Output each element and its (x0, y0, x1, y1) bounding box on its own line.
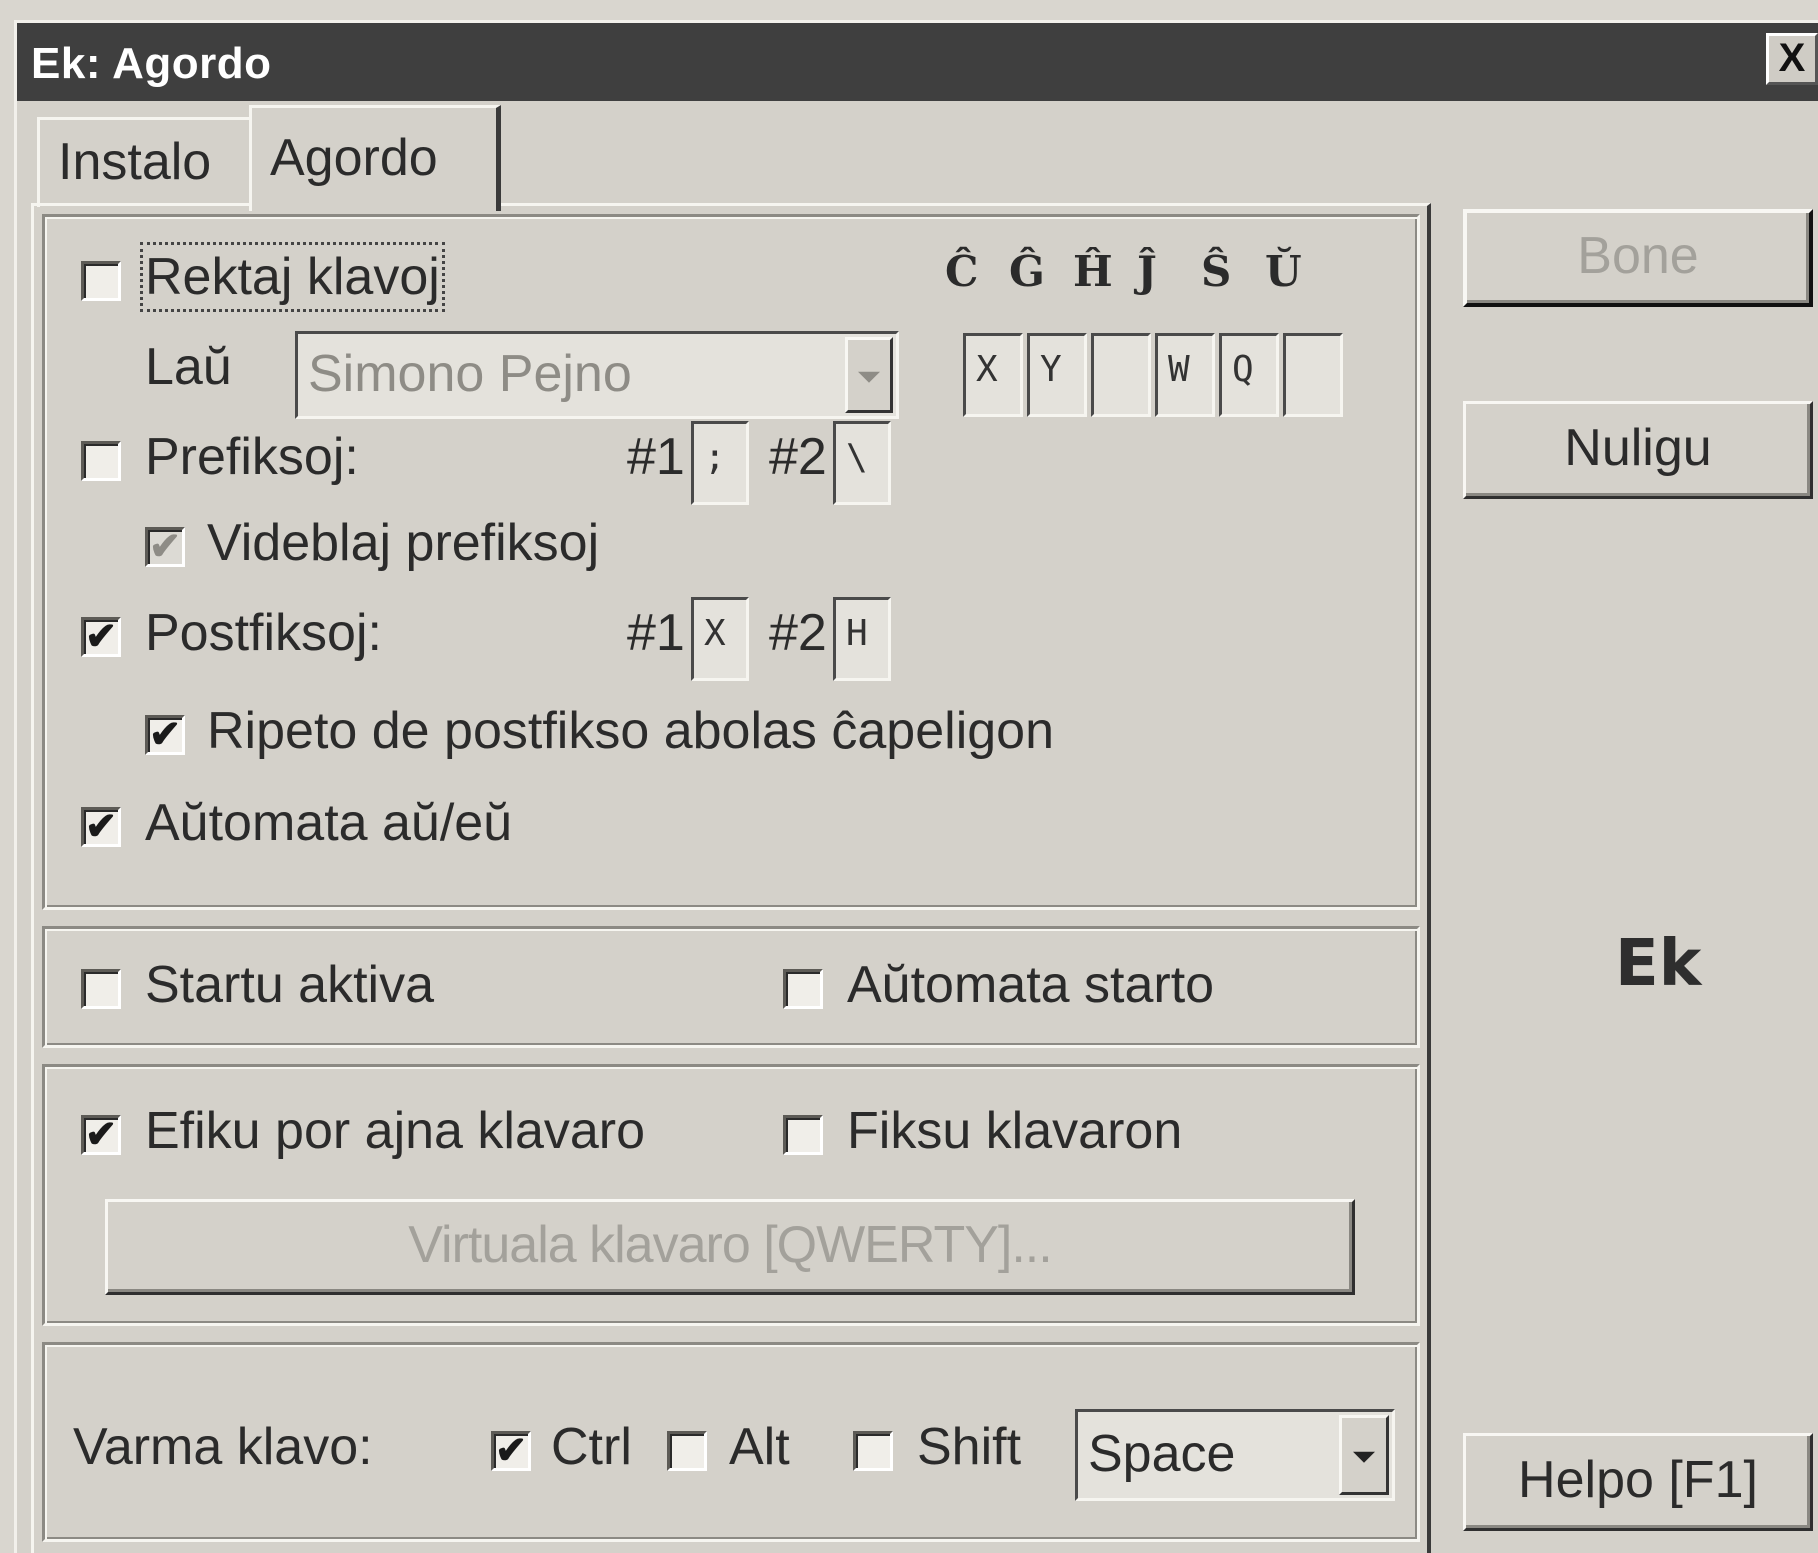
accent-letter-s: Ŝ (1201, 247, 1232, 296)
ek-logo: Ek (1615, 927, 1702, 1001)
ctrl-label[interactable]: Ctrl (551, 1417, 632, 1477)
title-bar: Ek: Agordo X (17, 23, 1818, 101)
hotkey-select[interactable]: Space (1075, 1409, 1395, 1501)
key-field-h[interactable] (1091, 333, 1151, 417)
automata-au-label[interactable]: Aŭtomata aŭ/eŭ (145, 793, 512, 853)
nuligu-button[interactable]: Nuligu (1463, 401, 1813, 499)
tab-agordo-label: Agordo (270, 129, 438, 187)
dialog-window: Ek: Agordo X Instalo Agordo Rektaj klavo… (14, 20, 1818, 1553)
check-icon: ✔ (85, 616, 117, 658)
layout-select[interactable]: Simono Pejno (295, 331, 899, 419)
startu-aktiva-checkbox[interactable] (81, 969, 121, 1009)
accent-letter-h: Ĥ (1073, 247, 1113, 296)
key-field-u[interactable] (1283, 333, 1343, 417)
virtual-keyboard-button[interactable]: Virtuala klavaro [QWERTY]... (105, 1199, 1355, 1295)
accent-letter-u: Ŭ (1265, 247, 1302, 296)
accent-letter-j: Ĵ (1137, 247, 1157, 296)
hotkey-select-value: Space (1088, 1425, 1236, 1483)
startu-aktiva-label[interactable]: Startu aktiva (145, 955, 434, 1015)
tab-instalo-label: Instalo (58, 133, 212, 191)
group-keyboard: ✔ Efiku por ajna klavaro Fiksu klavaron … (42, 1064, 1420, 1326)
automata-starto-checkbox[interactable] (783, 969, 823, 1009)
postfiksoj-label[interactable]: Postfiksoj: (145, 603, 382, 663)
shift-checkbox[interactable] (853, 1431, 893, 1471)
key-field-j-value: W (1168, 349, 1190, 390)
prefix-2-field[interactable]: \ (833, 421, 891, 505)
automata-au-checkbox[interactable]: ✔ (81, 807, 121, 847)
postfix-2-value: H (846, 613, 868, 654)
prefix-1-field[interactable]: ; (691, 421, 749, 505)
prefiksoj-checkbox[interactable] (81, 441, 121, 481)
hotkey-select-arrow[interactable] (1339, 1415, 1389, 1495)
tab-agordo[interactable]: Agordo (249, 105, 501, 211)
fiksu-checkbox[interactable] (783, 1115, 823, 1155)
fiksu-label[interactable]: Fiksu klavaron (847, 1101, 1182, 1161)
accent-letter-g: Ĝ (1009, 247, 1045, 296)
key-field-c-value: X (976, 349, 998, 390)
group-direct-keys: Rektaj klavoj Ĉ Ĝ Ĥ Ĵ Ŝ Ŭ Laŭ Simono Pej… (42, 214, 1420, 910)
helpo-button[interactable]: Helpo [F1] (1463, 1433, 1813, 1531)
alt-checkbox[interactable] (667, 1431, 707, 1471)
prefix-2-value: \ (846, 437, 868, 478)
rektaj-klavoj-checkbox[interactable] (81, 261, 121, 301)
key-field-s[interactable]: Q (1219, 333, 1279, 417)
check-icon: ✔ (85, 806, 117, 848)
key-field-g[interactable]: Y (1027, 333, 1087, 417)
key-field-j[interactable]: W (1155, 333, 1215, 417)
layout-select-value: Simono Pejno (308, 345, 632, 403)
prefix-1-label: #1 (627, 428, 685, 486)
check-icon: ✔ (85, 1114, 117, 1156)
tab-panel-agordo: Rektaj klavoj Ĉ Ĝ Ĥ Ĵ Ŝ Ŭ Laŭ Simono Pej… (31, 203, 1431, 1553)
efiku-label[interactable]: Efiku por ajna klavaro (145, 1101, 645, 1161)
bone-button[interactable]: Bone (1463, 209, 1813, 307)
postfix-1-label: #1 (627, 604, 685, 662)
ripeto-label[interactable]: Ripeto de postfikso abolas ĉapeligon (207, 701, 1054, 761)
key-field-c[interactable]: X (963, 333, 1023, 417)
prefix-2-label: #2 (769, 428, 827, 486)
accent-letter-c: Ĉ (945, 247, 979, 296)
postfix-2-label: #2 (769, 604, 827, 662)
ripeto-checkbox[interactable]: ✔ (145, 715, 185, 755)
key-field-s-value: Q (1232, 349, 1254, 390)
close-button[interactable]: X (1766, 33, 1818, 85)
automata-starto-label[interactable]: Aŭtomata starto (847, 955, 1214, 1015)
postfiksoj-checkbox[interactable]: ✔ (81, 617, 121, 657)
check-icon: ✔ (149, 526, 181, 568)
rektaj-klavoj-label[interactable]: Rektaj klavoj (140, 242, 445, 312)
shift-label[interactable]: Shift (917, 1417, 1021, 1477)
window-title: Ek: Agordo (31, 39, 272, 88)
group-startup: Startu aktiva Aŭtomata starto (42, 926, 1420, 1048)
postfix-1-value: X (704, 613, 726, 654)
alt-label[interactable]: Alt (729, 1417, 790, 1477)
tab-instalo[interactable]: Instalo (37, 117, 249, 207)
ctrl-checkbox[interactable]: ✔ (491, 1431, 531, 1471)
prefix-1-value: ; (704, 437, 726, 478)
check-icon: ✔ (495, 1430, 527, 1472)
group-hotkey: Varma klavo: ✔ Ctrl Alt Shift Space (42, 1342, 1420, 1542)
lau-label: Laŭ (145, 338, 232, 396)
videblaj-prefiksoj-label[interactable]: Videblaj prefiksoj (207, 513, 599, 573)
prefiksoj-label[interactable]: Prefiksoj: (145, 427, 359, 487)
check-icon: ✔ (149, 714, 181, 756)
videblaj-prefiksoj-checkbox[interactable]: ✔ (145, 527, 185, 567)
postfix-1-field[interactable]: X (691, 597, 749, 681)
varma-klavo-label: Varma klavo: (73, 1418, 373, 1476)
layout-select-arrow[interactable] (845, 337, 893, 413)
key-field-g-value: Y (1040, 349, 1062, 390)
efiku-checkbox[interactable]: ✔ (81, 1115, 121, 1155)
postfix-2-field[interactable]: H (833, 597, 891, 681)
